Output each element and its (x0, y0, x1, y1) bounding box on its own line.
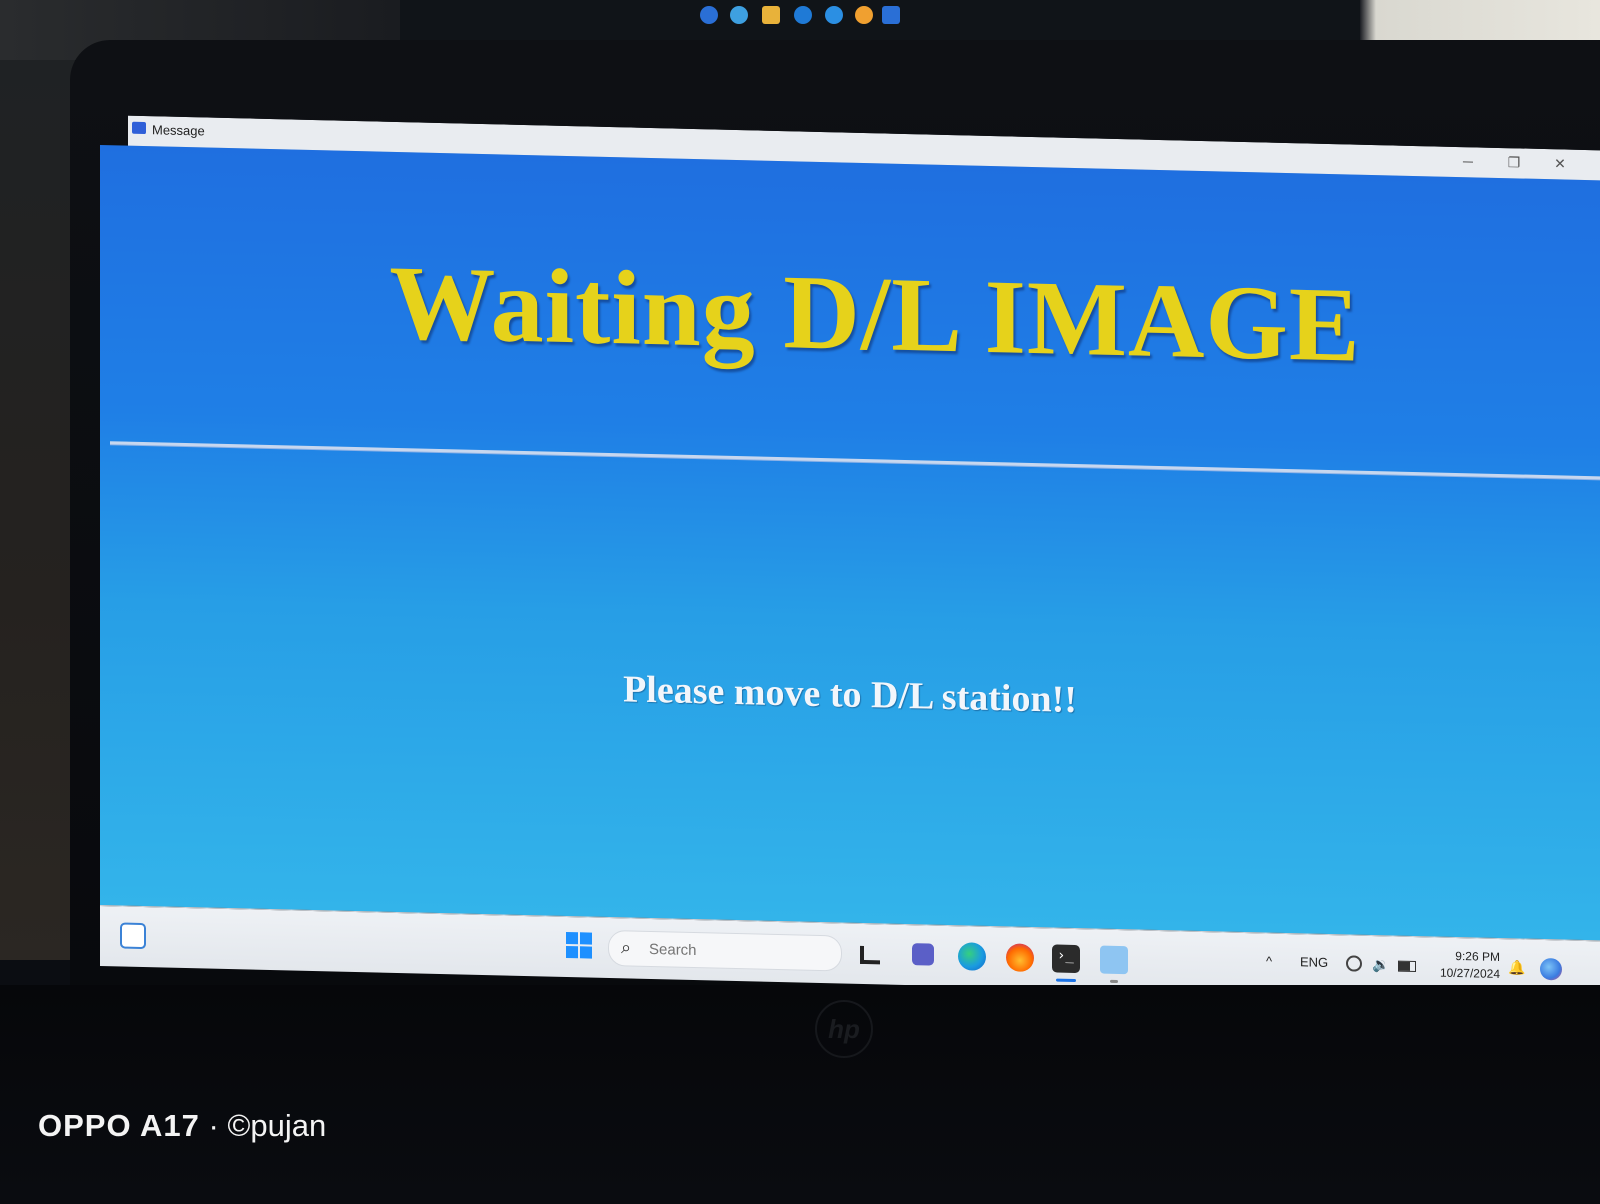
restore-button[interactable]: ❐ (1504, 154, 1524, 171)
clock-time: 9:26 PM (1455, 948, 1500, 964)
watermark-credit: ©pujan (227, 1108, 327, 1143)
dialog-content: Waiting D/L IMAGE Please move to D/L sta… (100, 145, 1600, 941)
background-desk (0, 60, 75, 960)
language-indicator[interactable]: ENG (1300, 954, 1328, 970)
copilot-icon[interactable] (1540, 957, 1562, 981)
widgets-icon[interactable] (120, 922, 146, 950)
window-title: Message (152, 122, 205, 139)
watermark-separator: · (208, 1108, 219, 1143)
active-app-indicator (1056, 978, 1076, 983)
close-button[interactable]: ✕ (1550, 155, 1570, 172)
message-app-icon (132, 121, 146, 135)
dialog-message: Please move to D/L station!! (623, 668, 1077, 722)
laptop-screen: Message ─ ❐ ✕ Waiting D/L IMAGE Please m… (100, 115, 1600, 1010)
start-icon[interactable] (566, 931, 592, 959)
taskbar-search[interactable]: ⌕ (608, 929, 842, 972)
edge-icon[interactable] (958, 942, 986, 971)
terminal-icon[interactable] (1052, 944, 1080, 974)
clock-date: 10/27/2024 (1439, 965, 1500, 981)
bg-app-icon (855, 6, 873, 24)
bg-app-icon (794, 6, 812, 24)
battery-icon[interactable] (1398, 960, 1416, 973)
network-icon[interactable] (1346, 955, 1362, 972)
bg-app-icon (762, 6, 780, 24)
bg-app-icon (882, 6, 900, 24)
dialog-headline: Waiting D/L IMAGE (389, 243, 1361, 384)
watermark-device: OPPO A17 (38, 1108, 200, 1143)
open-app-indicator (1110, 979, 1118, 983)
search-input[interactable] (647, 937, 831, 965)
taskbar-clock[interactable]: 9:26 PM 10/27/2024 (1420, 947, 1500, 983)
laptop-chassis (0, 985, 1600, 1204)
chat-icon[interactable] (1100, 945, 1128, 975)
volume-icon[interactable]: 🔉 (1372, 956, 1389, 973)
bg-app-icon (700, 6, 718, 24)
background-monitor-taskbar (400, 0, 1360, 40)
minimize-button[interactable]: ─ (1458, 153, 1478, 169)
teams-icon[interactable] (912, 943, 934, 966)
headline-divider (110, 441, 1600, 480)
bg-app-icon (730, 6, 748, 24)
task-view-icon[interactable] (860, 945, 880, 965)
notification-bell-icon[interactable]: 🔔 (1508, 959, 1525, 976)
search-icon: ⌕ (621, 937, 632, 958)
bg-app-icon (825, 6, 843, 24)
tray-overflow-chevron[interactable]: ^ (1266, 953, 1272, 968)
photo-watermark: OPPO A17 · ©pujan (38, 1108, 326, 1144)
hp-logo-icon: hp (815, 1000, 873, 1058)
firefox-icon[interactable] (1006, 943, 1034, 973)
